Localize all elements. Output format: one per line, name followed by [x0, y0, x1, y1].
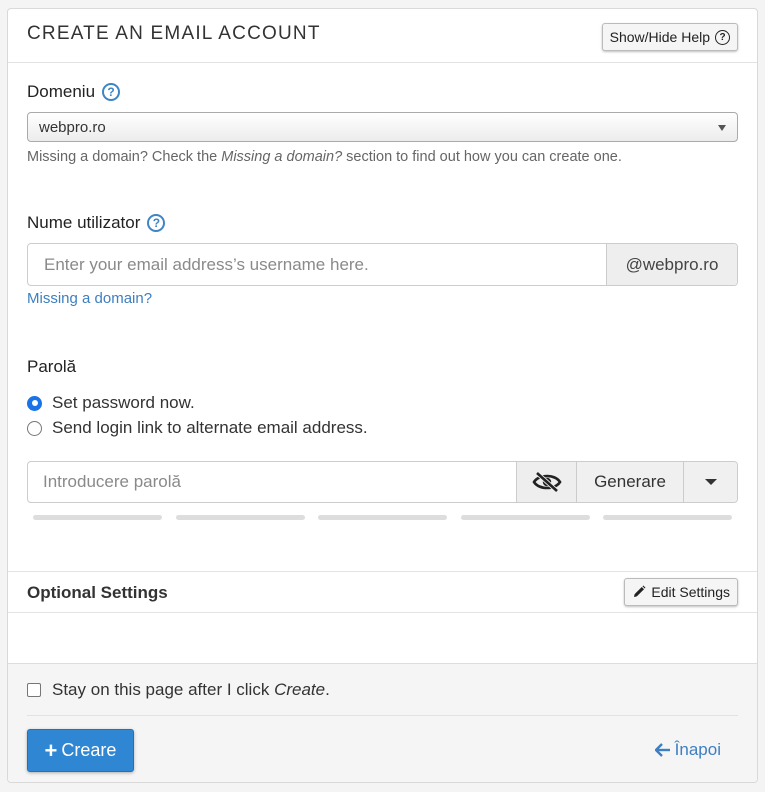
radio-set-password-now[interactable]: Set password now. [27, 393, 195, 413]
page-title: CREATE AN EMAIL ACCOUNT [27, 23, 321, 44]
stay-label-emphasis: Create [274, 680, 326, 699]
stay-label-prefix: Stay on this page after I click [52, 680, 275, 699]
username-label: Nume utilizator [27, 213, 141, 232]
optional-settings-title: Optional Settings [27, 583, 168, 602]
domain-label-row: Domeniu ? [27, 82, 121, 102]
strength-meter-segment [33, 515, 162, 520]
optional-settings-bar: Optional Settings Edit Settings [8, 571, 757, 613]
domain-select[interactable]: webpro.ro [27, 112, 738, 142]
password-label: Parolă [27, 357, 77, 376]
domain-help-text: Missing a domain? Check the Missing a do… [27, 149, 622, 165]
edit-settings-button[interactable]: Edit Settings [624, 578, 738, 606]
radio-label: Set password now. [52, 393, 195, 412]
strength-meter-segment [318, 515, 447, 520]
radio-button[interactable] [27, 395, 42, 411]
edit-settings-label: Edit Settings [651, 584, 730, 600]
create-email-panel: CREATE AN EMAIL ACCOUNT Show/Hide Help ?… [7, 8, 758, 783]
username-label-row: Nume utilizator ? [27, 213, 166, 233]
caret-down-icon [704, 479, 717, 485]
plus-icon: + [44, 737, 58, 763]
radio-button[interactable] [27, 420, 42, 436]
generate-password-button[interactable]: Generare [576, 462, 683, 502]
strength-meter-segment [176, 515, 305, 520]
domain-help-icon[interactable]: ? [102, 83, 121, 101]
back-link[interactable]: Înapoi [654, 740, 721, 760]
create-button-label: Creare [61, 740, 117, 760]
stay-on-page-option: Stay on this page after I click Create. [27, 680, 330, 700]
username-input[interactable] [28, 244, 606, 285]
show-hide-help-button[interactable]: Show/Hide Help ? [601, 23, 738, 51]
domain-select-value: webpro.ro [39, 118, 106, 136]
domain-help-prefix: Missing a domain? Check the [27, 149, 222, 165]
username-domain-addon: @webpro.ro [606, 244, 737, 285]
eye-slash-icon [531, 471, 562, 493]
back-link-label: Înapoi [674, 740, 721, 759]
password-input[interactable] [28, 462, 516, 502]
radio-label: Send login link to alternate email addre… [52, 418, 368, 437]
panel-header: CREATE AN EMAIL ACCOUNT Show/Hide Help ? [8, 9, 757, 63]
show-hide-help-label: Show/Hide Help [609, 29, 710, 45]
domain-label: Domeniu [27, 82, 96, 101]
form-footer: Stay on this page after I click Create. … [8, 663, 757, 782]
arrow-left-icon [654, 743, 670, 757]
chevron-down-icon [718, 125, 726, 131]
generator-options-dropdown[interactable] [683, 462, 737, 502]
footer-divider [27, 715, 738, 716]
password-label-row: Parolă [27, 357, 76, 377]
create-button[interactable]: + Creare [27, 729, 134, 772]
missing-domain-link[interactable]: Missing a domain? [27, 290, 152, 307]
question-circle-icon: ? [715, 29, 730, 45]
strength-meter-segment [603, 515, 732, 520]
radio-send-login-link[interactable]: Send login link to alternate email addre… [27, 418, 368, 438]
domain-help-emphasis: Missing a domain? [221, 149, 343, 165]
username-help-icon[interactable]: ? [147, 214, 166, 232]
toggle-password-visibility-button[interactable] [516, 462, 576, 502]
domain-help-suffix: section to find out how you can create o… [342, 149, 622, 165]
stay-on-page-label: Stay on this page after I click Create. [52, 680, 330, 700]
password-input-group: Generare [27, 461, 738, 503]
stay-label-suffix: . [325, 680, 330, 699]
stay-on-page-checkbox[interactable] [27, 683, 41, 697]
strength-meter-segment [461, 515, 590, 520]
username-input-group: @webpro.ro [27, 243, 738, 286]
pencil-icon [634, 585, 646, 597]
